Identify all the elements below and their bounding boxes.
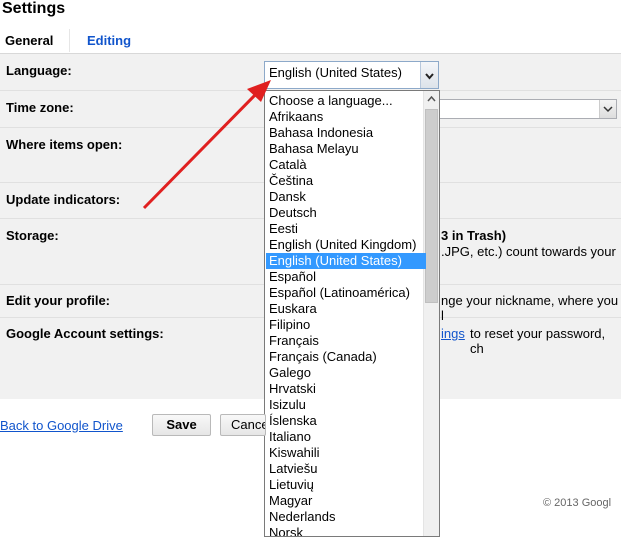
- red-arrow: [142, 80, 271, 210]
- red-arrow-shaft: [142, 90, 260, 210]
